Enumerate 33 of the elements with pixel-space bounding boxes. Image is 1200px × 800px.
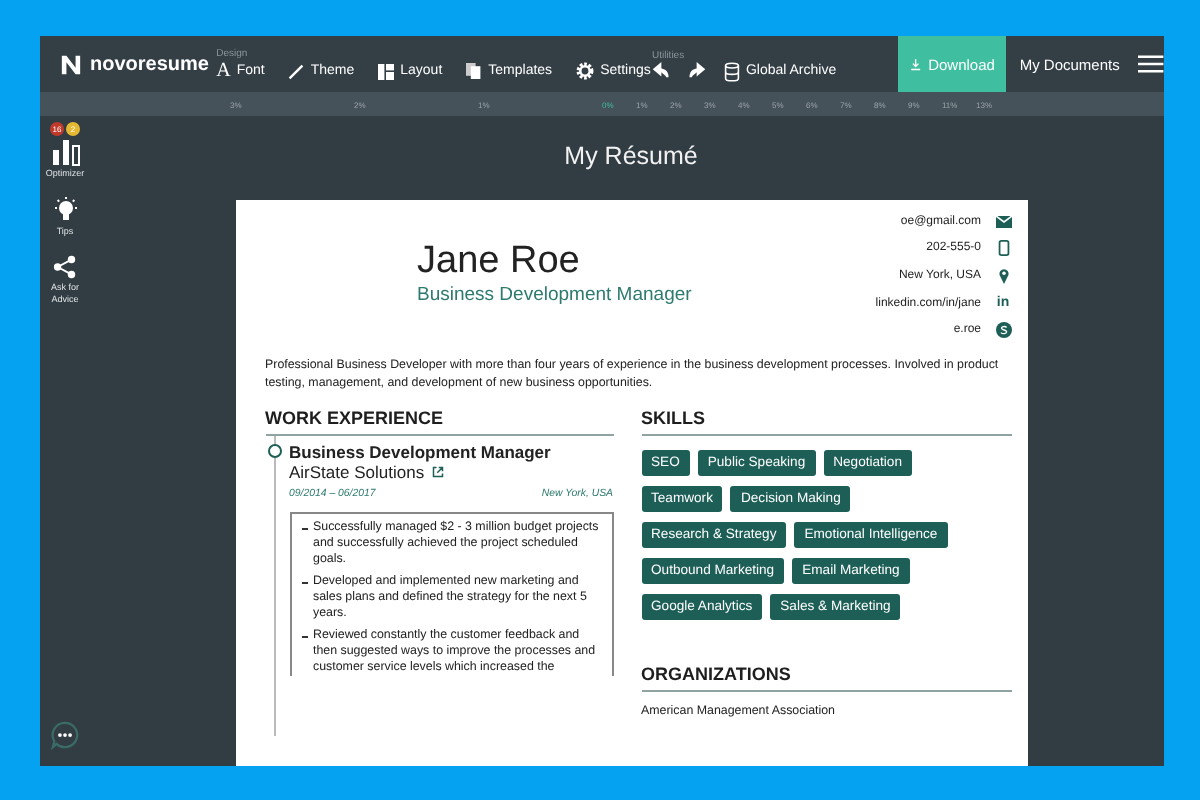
brush-icon [288,63,305,79]
pages-icon [466,62,483,80]
font-icon: A [216,60,231,82]
page-title: My Résumé [564,140,698,174]
logo-icon [60,53,82,75]
job-title: Business Development Manager [289,442,553,462]
layout-icon [378,63,395,79]
section-heading: ORGANIZATIONS [641,664,1011,692]
section-heading: WORK EXPERIENCE [265,408,613,436]
bar-chart-icon [51,138,79,166]
lightbulb-icon [51,196,79,224]
logo-text: novoresume [90,53,209,75]
share-icon [52,254,78,280]
redo-icon[interactable] [687,62,706,80]
bullet-dash-icon [301,636,307,638]
map-pin-icon [995,268,1011,284]
external-link-icon[interactable] [432,466,445,478]
app-logo[interactable]: novoresume [40,36,217,92]
download-icon [910,55,923,73]
company-name: AirState Solutions [289,462,425,482]
database-icon [723,61,740,81]
skype-icon [995,322,1011,338]
resume-name: Jane Roe [417,240,582,284]
resume-job-title: Business Development Manager [417,284,692,306]
undo-icon[interactable] [651,62,670,80]
menu-icon[interactable] [1138,54,1164,74]
section-heading: SKILLS [641,408,1011,436]
settings-icon [576,62,595,80]
bullet-dash-icon [301,528,307,530]
chat-bubble-icon[interactable] [50,720,80,750]
phone-icon [995,240,1011,256]
bullet-dash-icon [301,582,307,584]
envelope-icon [995,216,1011,228]
